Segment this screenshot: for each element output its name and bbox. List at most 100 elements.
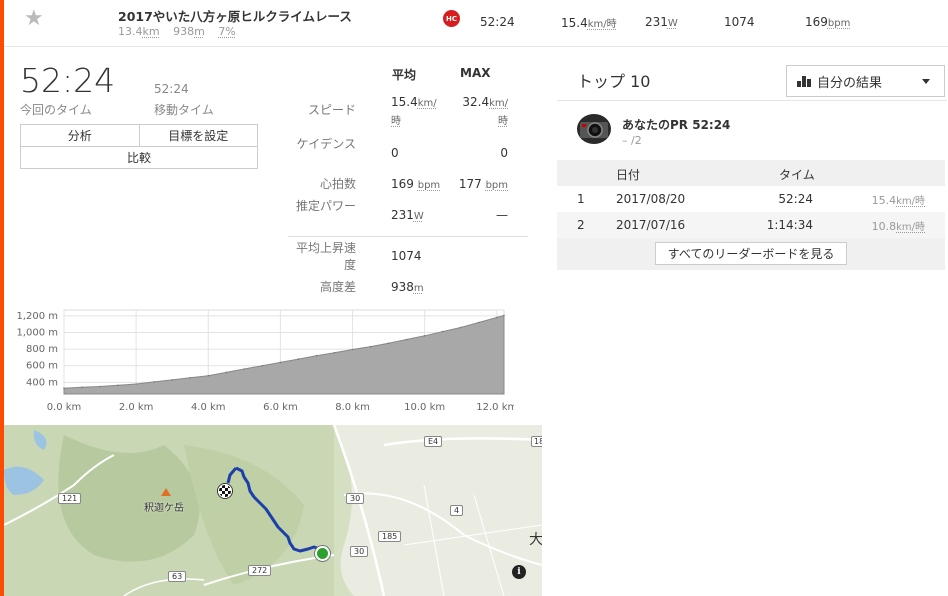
- leaderboard-row[interactable]: 1 2017/08/20 52:24 15.4km/時: [557, 186, 945, 212]
- start-flag-icon[interactable]: [218, 484, 232, 498]
- date-link[interactable]: 2017/08/20: [616, 192, 685, 206]
- road-shield: 182: [531, 436, 542, 447]
- caret-down-icon: [922, 79, 930, 84]
- elevation-point: [117, 384, 119, 387]
- bar-chart-icon: [797, 75, 811, 87]
- elevation-point: [225, 371, 228, 374]
- x-tick-label: 0.0 km: [47, 402, 82, 413]
- elevation-point: [243, 368, 246, 370]
- y-tick-label: 1,200 m: [16, 311, 58, 322]
- elevation-point: [189, 377, 191, 379]
- elevation-point: [405, 338, 408, 341]
- x-tick-label: 4.0 km: [191, 402, 226, 413]
- elevation-point: [135, 383, 137, 385]
- stat-avg: 15.4km/時: [391, 95, 437, 127]
- elevation-point: [496, 316, 498, 319]
- analysis-button[interactable]: 分析: [20, 124, 140, 147]
- filter-label: 自分の結果: [817, 75, 883, 91]
- rank: 1: [577, 192, 585, 206]
- elevation-point: [207, 374, 210, 377]
- elevation-point: [81, 386, 83, 389]
- elevation-point: [297, 358, 300, 360]
- segment-heartrate: 169bpm: [805, 15, 851, 29]
- pr-text: あなたのPR 52:24: [622, 118, 731, 132]
- segment-grade: 7%: [218, 25, 236, 38]
- hc-category-icon: HC: [443, 10, 460, 27]
- x-tick-label: 2.0 km: [119, 402, 154, 413]
- camera-avatar-icon[interactable]: [577, 114, 611, 144]
- road-shield: 30: [350, 546, 369, 557]
- star-icon[interactable]: ★: [24, 6, 44, 31]
- elevation-chart[interactable]: 0.0 km 2.0 km 4.0 km 6.0 km 8.0 km 10.0 km 12.…: [14, 308, 514, 420]
- pr-rank: – /2: [622, 134, 642, 147]
- elevation-point: [333, 352, 336, 354]
- leaderboard-title: トップ 10: [577, 72, 651, 91]
- x-tick-label: 10.0 km: [404, 402, 445, 413]
- elevation-point: [503, 314, 505, 317]
- elevation-point: [369, 345, 372, 348]
- stat-avg: 938m: [391, 280, 424, 294]
- info-icon[interactable]: i: [512, 565, 526, 579]
- x-tick-label: 12.0 km: [476, 402, 514, 413]
- personal-record: あなたのPR 52:24 – /2: [557, 100, 947, 156]
- map-place-label: 大: [529, 532, 542, 548]
- stat-label: 高度差: [319, 280, 356, 294]
- elevation-point: [261, 364, 264, 367]
- elevation-point: [478, 321, 480, 324]
- rank: 2: [577, 218, 585, 232]
- stat-avg: 1074: [391, 249, 422, 263]
- route-map[interactable]: 釈迦ケ岳 121 30 E4 4 185 30 272 63 182 大 i: [4, 425, 542, 596]
- date-link[interactable]: 2017/07/16: [616, 218, 685, 232]
- stat-label: ケイデンス: [296, 137, 356, 151]
- road-shield: 185: [378, 531, 402, 542]
- x-tick-label: 6.0 km: [263, 402, 298, 413]
- road-shield: 121: [58, 493, 82, 504]
- segment-distance: 13.4km: [118, 25, 160, 38]
- road-shield: 272: [248, 565, 272, 576]
- set-goal-button[interactable]: 目標を設定: [139, 124, 258, 147]
- leaderboard-header-row: 日付 タイム: [557, 160, 945, 186]
- stat-avg: 169 bpm: [391, 177, 441, 191]
- leaderboard-footer: すべてのリーダーボードを見る: [557, 238, 945, 270]
- segment-meta: 13.4km 938m 7%: [118, 25, 246, 38]
- leaderboard-table: 日付 タイム 1 2017/08/20 52:24 15.4km/時 2 201…: [557, 160, 945, 270]
- elevation-point: [423, 335, 426, 337]
- stat-label: 平均上昇速度: [295, 241, 356, 272]
- stat-max: 32.4km/時: [462, 95, 508, 127]
- action-buttons: 分析 目標を設定 比較: [20, 124, 258, 169]
- stat-label: 推定パワー: [295, 199, 356, 213]
- y-tick-label: 800 m: [26, 344, 58, 355]
- road-shield: E4: [424, 436, 443, 447]
- stat-avg: 231W: [391, 208, 424, 222]
- compare-button[interactable]: 比較: [20, 146, 258, 169]
- segment-header: ★ 2017やいた八方ヶ原ヒルクライムレース 13.4km 938m 7% HC…: [4, 0, 948, 47]
- y-tick-label: 400 m: [26, 377, 58, 388]
- max-header: MAX: [460, 66, 491, 80]
- effort-time: 52:24: [20, 61, 116, 100]
- speed: 15.4km/時: [871, 194, 925, 207]
- stat-max: 177 bpm: [458, 177, 508, 191]
- leaderboard-row[interactable]: 2 2017/07/16 1:14:34 10.8km/時: [557, 212, 945, 238]
- stat-max: —: [496, 208, 508, 222]
- time: 1:14:34: [766, 218, 813, 232]
- elevation-point: [153, 381, 155, 383]
- elevation-point: [387, 342, 390, 345]
- moving-time: 52:24: [154, 82, 189, 96]
- road-shield: 30: [346, 493, 365, 504]
- elevation-point: [315, 354, 318, 357]
- stat-avg: 0: [391, 146, 399, 160]
- effort-time-label: 今回のタイム: [20, 103, 92, 117]
- speed: 10.8km/時: [871, 220, 925, 233]
- elevation-point: [441, 330, 444, 333]
- view-all-leaderboards-button[interactable]: すべてのリーダーボードを見る: [655, 242, 847, 265]
- time-column-header: タイム: [779, 168, 815, 182]
- results-filter-dropdown[interactable]: 自分の結果: [786, 65, 945, 97]
- elevation-point: [459, 326, 462, 329]
- segment-title[interactable]: 2017やいた八方ヶ原ヒルクライムレース: [118, 6, 352, 25]
- elevation-point: [279, 361, 282, 364]
- segment-power: 231W: [645, 15, 678, 29]
- x-tick-label: 8.0 km: [335, 402, 370, 413]
- elevation-point: [63, 387, 65, 389]
- end-marker-icon[interactable]: [315, 546, 330, 561]
- road-shield: 63: [168, 571, 187, 582]
